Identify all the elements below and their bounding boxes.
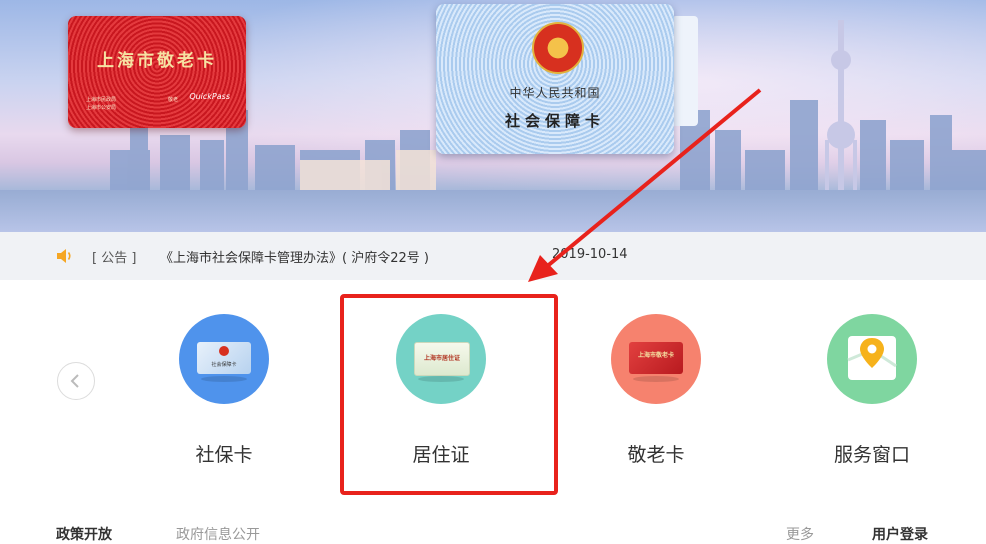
tab-info-disclosure[interactable]: 政府信息公开 <box>176 524 260 544</box>
emblem-dot-icon <box>219 346 229 356</box>
social-card-thumb-text: 社会保障卡 <box>211 362 237 368</box>
elder-card-image: 上海市敬老卡 上海市民政局 上海市公安局 敬老 QuickPass <box>68 16 246 128</box>
national-emblem-icon <box>532 22 584 74</box>
announcement-date: 2019-10-14 <box>552 247 628 262</box>
tab-policy[interactable]: 政策开放 <box>56 524 112 544</box>
elder-card-thumbnail: 上海市敬老卡 <box>629 342 683 374</box>
elder-card-issuer-1: 上海市民政局 <box>86 97 117 103</box>
map-pin-icon <box>827 314 917 404</box>
tab-user-login[interactable]: 用户登录 <box>872 524 928 544</box>
elder-card-issuer-2: 上海市公安局 <box>86 105 117 111</box>
social-card-title: 社会保障卡 <box>504 112 605 130</box>
highlight-box <box>340 294 558 495</box>
announcement-bar: [ 公告 ] 《上海市社会保障卡管理办法》( 沪府令22号 ) 2019-10-… <box>0 232 986 280</box>
service-elder-card[interactable]: 上海市敬老卡 敬老卡 <box>596 314 716 467</box>
more-link[interactable]: 更多 <box>786 524 814 544</box>
announcement-link[interactable]: 《上海市社会保障卡管理办法》( 沪府令22号 ) <box>160 247 429 266</box>
service-label: 服务窗口 <box>833 444 910 466</box>
announcement-tag: [ 公告 ] <box>92 251 137 266</box>
social-card-icon: 社会保障卡 <box>179 314 269 404</box>
elder-card-title: 上海市敬老卡 <box>97 51 217 71</box>
chevron-left-icon <box>70 374 79 388</box>
card-shadow <box>201 376 247 382</box>
service-label: 社保卡 <box>195 444 253 466</box>
carousel-prev-button[interactable] <box>57 362 95 400</box>
social-card-thumbnail: 社会保障卡 <box>197 342 251 374</box>
speaker-icon <box>57 249 71 263</box>
map-location-icon <box>847 336 897 380</box>
social-security-card-image: 中华人民共和国 社会保障卡 <box>436 4 674 154</box>
card-back-edge <box>672 16 698 126</box>
elder-card-icon: 上海市敬老卡 <box>611 314 701 404</box>
elder-card-mark: 敬老 <box>168 97 179 103</box>
service-windows[interactable]: 服务窗口 <box>812 314 932 467</box>
card-shadow <box>633 376 679 382</box>
hero-banner: 上海市敬老卡 上海市民政局 上海市公安局 敬老 QuickPass 中华人民共和… <box>0 0 986 232</box>
service-social-card[interactable]: 社会保障卡 社保卡 <box>164 314 284 467</box>
social-card-country: 中华人民共和国 <box>509 86 601 100</box>
service-label: 敬老卡 <box>627 444 685 466</box>
quickpass-logo: QuickPass <box>189 92 230 101</box>
elder-thumb-text: 上海市敬老卡 <box>637 352 674 359</box>
river-reflection <box>0 190 986 232</box>
